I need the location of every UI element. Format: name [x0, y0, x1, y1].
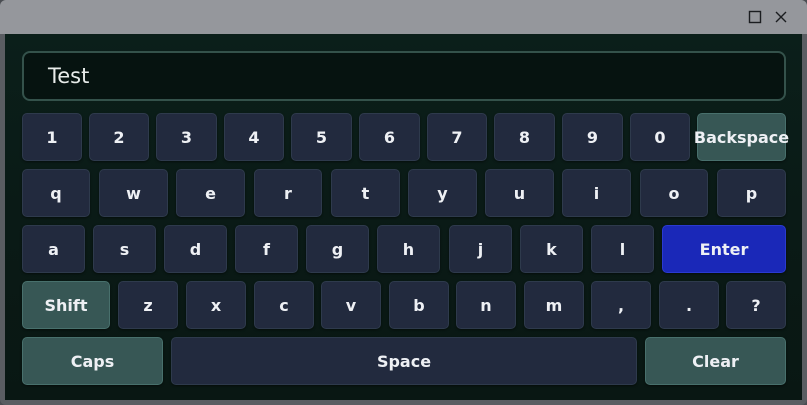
key-e[interactable]: e [176, 169, 245, 217]
key-a[interactable]: a [22, 225, 85, 273]
close-icon[interactable] [772, 8, 790, 26]
text-display[interactable]: Test [22, 51, 786, 101]
key-8[interactable]: 8 [494, 113, 555, 161]
key-x[interactable]: x [186, 281, 246, 329]
key-4[interactable]: 4 [224, 113, 284, 161]
key-0[interactable]: 0 [630, 113, 690, 161]
key-o[interactable]: o [640, 169, 708, 217]
key-d[interactable]: d [164, 225, 227, 273]
key-l[interactable]: l [591, 225, 654, 273]
enter-button[interactable]: Enter [662, 225, 786, 273]
key-z[interactable]: z [118, 281, 178, 329]
shift-button[interactable]: Shift [22, 281, 110, 329]
key-1[interactable]: 1 [22, 113, 82, 161]
key-n[interactable]: n [456, 281, 516, 329]
key-i[interactable]: i [562, 169, 631, 217]
caps-button[interactable]: Caps [22, 337, 163, 385]
keyboard-window: Test 1 2 3 4 5 6 7 8 9 0 Backspace q w e… [0, 0, 807, 405]
key-5[interactable]: 5 [291, 113, 352, 161]
key-2[interactable]: 2 [89, 113, 149, 161]
key-m[interactable]: m [524, 281, 584, 329]
key-k[interactable]: k [520, 225, 583, 273]
backspace-button[interactable]: Backspace [694, 113, 789, 161]
space-button[interactable]: Space [171, 337, 637, 385]
key-j[interactable]: j [449, 225, 512, 273]
key-p[interactable]: p [717, 169, 786, 217]
key-h[interactable]: h [377, 225, 440, 273]
key-3[interactable]: 3 [156, 113, 217, 161]
key-6[interactable]: 6 [359, 113, 420, 161]
key-y[interactable]: y [408, 169, 477, 217]
key-v[interactable]: v [321, 281, 381, 329]
key-f[interactable]: f [235, 225, 298, 273]
key-c[interactable]: c [254, 281, 314, 329]
key-period[interactable]: . [659, 281, 719, 329]
key-t[interactable]: t [331, 169, 400, 217]
maximize-icon[interactable] [746, 8, 764, 26]
key-9[interactable]: 9 [562, 113, 623, 161]
key-q[interactable]: q [22, 169, 90, 217]
clear-button[interactable]: Clear [645, 337, 786, 385]
key-question[interactable]: ? [726, 281, 786, 329]
key-b[interactable]: b [389, 281, 449, 329]
key-g[interactable]: g [306, 225, 369, 273]
key-r[interactable]: r [254, 169, 322, 217]
key-w[interactable]: w [99, 169, 168, 217]
key-7[interactable]: 7 [427, 113, 487, 161]
key-s[interactable]: s [93, 225, 156, 273]
key-comma[interactable]: , [591, 281, 651, 329]
key-u[interactable]: u [485, 169, 554, 217]
keyboard-panel: Test 1 2 3 4 5 6 7 8 9 0 Backspace q w e… [5, 34, 802, 400]
title-bar [0, 0, 807, 34]
